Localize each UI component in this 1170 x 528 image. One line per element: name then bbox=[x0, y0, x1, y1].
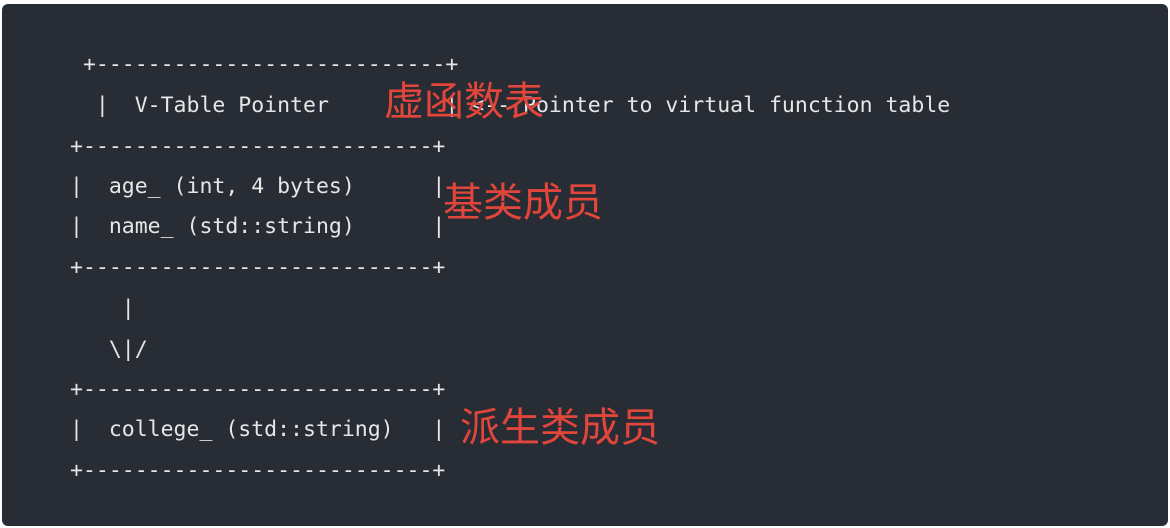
base-member-name-row: | name_ (std::string) | bbox=[70, 214, 446, 239]
vtable-annotation: 虚函数表 bbox=[384, 79, 544, 125]
derived-member-college-row: | college_ (std::string) | bbox=[70, 417, 446, 442]
derived-border-top: +---------------------------+ bbox=[70, 377, 446, 402]
base-border-bottom: +---------------------------+ bbox=[70, 255, 446, 280]
derived-border-bottom: +---------------------------+ bbox=[70, 458, 446, 483]
code-block: +---------------------------+ | V-Table … bbox=[2, 4, 1168, 526]
arrow-shaft: | bbox=[70, 296, 135, 321]
derived-members-annotation: 派生类成员 bbox=[460, 405, 660, 451]
arrow-head: \|/ bbox=[70, 337, 148, 362]
vtable-border-top: +---------------------------+ bbox=[70, 52, 459, 77]
base-border-top: +---------------------------+ bbox=[70, 134, 446, 159]
base-member-age-row: | age_ (int, 4 bytes) | bbox=[70, 174, 446, 199]
base-members-annotation: 基类成员 bbox=[443, 180, 603, 226]
